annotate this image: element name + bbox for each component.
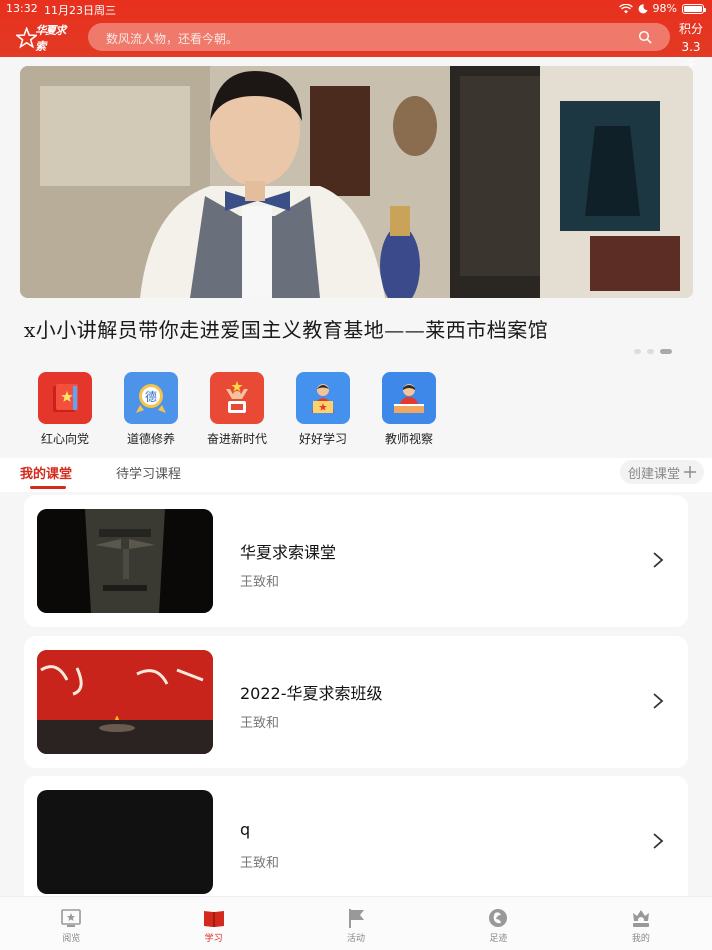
nav-activity[interactable]: 活动 [285,897,427,950]
create-classroom-button[interactable]: 创建课堂 [619,460,704,484]
footprint-icon [489,909,508,927]
course-tabs: 我的课堂 待学习课程 创建课堂 [0,458,712,492]
category-grid: 红心向党 德 道德修养 奋进新时代 好好学习 教师视察 [22,372,452,447]
teacher-desk-icon [382,372,436,424]
browse-icon [61,909,82,927]
category-striving[interactable]: 奋进新时代 [194,372,280,447]
nav-label: 学习 [204,934,223,944]
search-placeholder: 数风流人物，还看今朝。 [106,32,239,46]
battery-icon [682,3,706,14]
nav-label: 阅览 [62,934,81,944]
status-indicators: 98% [618,2,706,15]
category-label: 红心向党 [40,432,89,446]
student-reading-icon [296,372,350,424]
nav-browse[interactable]: 阅览 [0,897,142,950]
nav-profile[interactable]: 我的 [570,897,712,950]
status-time: 13:32 [6,2,38,15]
carousel-dot[interactable] [634,349,641,354]
app-logo[interactable]: 华夏求索 [16,22,74,54]
create-classroom-label: 创建课堂 [627,466,680,482]
category-virtue[interactable]: 德 道德修养 [108,372,194,447]
course-card[interactable]: q 王致和 [24,776,688,908]
party-book-icon [38,372,92,424]
category-party[interactable]: 红心向党 [22,372,108,447]
chevron-right-icon[interactable] [652,551,664,569]
profile-icon [632,910,649,927]
course-card[interactable]: 2022-华夏求索班级 王致和 [24,636,688,768]
svg-text:德: 德 [145,389,157,404]
status-bar: 13:32 11月23日周三 98% [0,0,712,18]
featured-banner-image[interactable] [20,66,693,298]
battery-fill [684,5,702,12]
course-thumbnail [37,650,213,754]
carousel-dot-active[interactable] [660,349,672,354]
course-thumbnail [37,509,213,613]
chevron-right-icon[interactable] [652,692,664,710]
category-label: 好好学习 [298,432,347,446]
course-teacher: 王致和 [240,856,280,871]
study-book-icon [203,911,224,927]
course-thumbnail [37,790,213,894]
category-study[interactable]: 好好学习 [280,372,366,447]
course-teacher: 王致和 [240,716,280,731]
category-label: 道德修养 [126,432,175,446]
course-title: q [240,820,251,839]
tab-pending-courses[interactable]: 待学习课程 [116,463,181,482]
activity-flag-icon [349,909,365,928]
striving-figure-icon [210,372,264,424]
star-logo-icon [16,27,38,49]
nav-label: 我的 [631,934,650,944]
logo-text: 华夏求索 [35,24,66,53]
carousel-dots[interactable] [634,349,672,354]
course-teacher: 王致和 [240,575,280,590]
banner-illustration [20,66,693,298]
search-bar[interactable]: 数风流人物，还看今朝。 [88,23,670,51]
tab-my-classroom[interactable]: 我的课堂 [20,463,72,482]
app-header: 13:32 11月23日周三 98% 华夏求索 数风流人物，还看今朝。 积分 3… [0,0,712,72]
nav-study[interactable]: 学习 [142,897,284,950]
plus-icon [684,466,696,478]
category-label: 奋进新时代 [206,432,267,446]
nav-label: 活动 [347,934,366,944]
status-date: 11月23日周三 [44,4,116,17]
battery-percent: 98% [652,2,677,15]
points-label: 积分 [678,22,703,36]
moon-icon [638,3,648,13]
nav-footprint[interactable]: 足迹 [427,897,569,950]
tab-active-indicator [30,486,66,489]
course-card[interactable]: 华夏求索课堂 王致和 [24,495,688,627]
banner-title[interactable]: x小小讲解员带你走进爱国主义教育基地——莱西市档案馆 [24,314,548,343]
carousel-dot[interactable] [647,349,654,354]
category-label: 教师视察 [384,432,433,446]
course-title: 2022-华夏求索班级 [240,684,383,703]
wifi-icon [618,3,633,13]
virtue-medal-icon: 德 [124,372,178,424]
bottom-navigation: 阅览 学习 活动 足迹 我的 [0,896,712,950]
chevron-right-icon[interactable] [652,832,664,850]
category-teacher[interactable]: 教师视察 [366,372,452,447]
course-title: 华夏求索课堂 [240,543,337,562]
nav-label: 足迹 [489,934,508,944]
search-icon[interactable] [638,30,652,44]
